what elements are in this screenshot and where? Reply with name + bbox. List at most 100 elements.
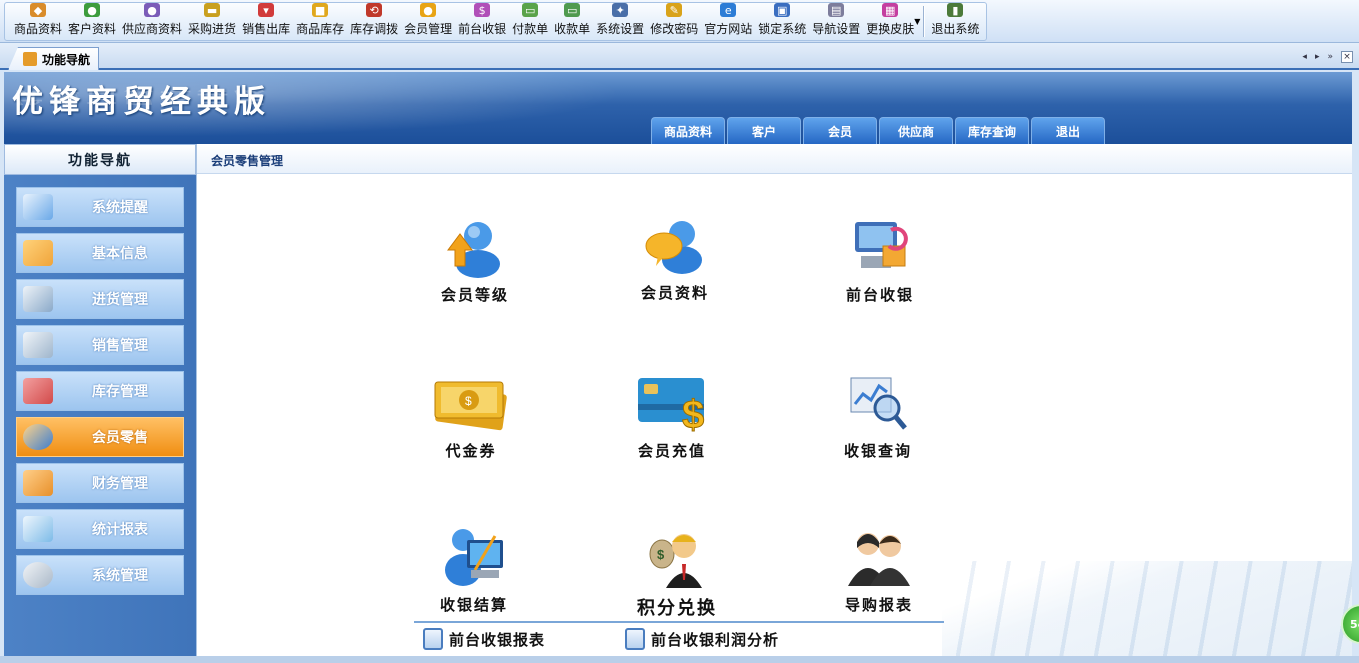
svg-text:$: $ [657,547,665,562]
tile-member-recharge[interactable]: $ 会员充值 [612,372,732,482]
cashier-icon: $ [474,3,491,17]
skin-dropdown-arrow-icon[interactable]: ▼ [914,17,920,26]
toolbar-button-sales[interactable]: ▾ 销售出库 [239,3,293,40]
toolbar-button-transfer[interactable]: ⟲ 库存调拨 [347,3,401,40]
keyboard-background-image [942,561,1352,656]
tab-menu-icon[interactable]: » [1327,52,1333,62]
info-box-icon [23,240,53,266]
points-exchange-icon: $ [644,526,710,588]
quick-tab-member[interactable]: 会员 [803,117,877,144]
basket-icon: ▾ [258,3,275,17]
tab-next-icon[interactable]: ▸ [1315,52,1320,62]
member-profile-icon [642,214,708,276]
nav-item-system-reminder[interactable]: 系统提醒 [16,187,184,227]
toolbar-button-goods[interactable]: ◆ 商品资料 [11,3,65,40]
tile-member-level[interactable]: 会员等级 [415,216,535,326]
key-icon: ✎ [666,3,683,17]
report-doc-icon [423,628,443,650]
nav-item-sales[interactable]: 销售管理 [16,325,184,365]
profit-doc-icon [625,628,645,650]
toolbar-button-purchase[interactable]: ▬ 采购进货 [185,3,239,40]
nav-item-reports[interactable]: 统计报表 [16,509,184,549]
toolbar-group: ◆ 商品资料 ● 客户资料 ● 供应商资料 ▬ 采购进货 ▾ 销售出库 ■ 商品库存 ⟲ 库存… [4,2,988,41]
toolbar-button-settings[interactable]: ✦ 系统设置 [593,3,647,40]
receipt-icon: ▭ [564,3,581,17]
warehouse-icon [23,378,53,404]
cart-sales-icon [23,332,53,358]
tile-checkout[interactable]: 收银结算 [414,526,534,636]
payment-icon: ▭ [522,3,539,17]
nav-settings-icon: ▤ [828,3,845,17]
quick-tab-exit[interactable]: 退出 [1031,117,1105,144]
front-cashier-icon [847,216,913,278]
toolbar-button-password[interactable]: ✎ 修改密码 [647,3,701,40]
customer-icon: ● [84,3,101,17]
toolbar-button-stock[interactable]: ■ 商品库存 [293,3,347,40]
tab-function-navigation[interactable]: 功能导航 [8,47,100,70]
tile-voucher[interactable]: $ 代金券 [411,372,531,482]
toolbar-button-website[interactable]: e 官方网站 [701,3,755,40]
link-front-cashier-report[interactable]: 前台收银报表 [423,628,545,650]
finance-icon [23,470,53,496]
ie-icon: e [720,3,737,17]
tab-close-icon[interactable]: × [1341,51,1353,63]
report-icon [23,516,53,542]
quick-tab-goods[interactable]: 商品资料 [651,117,725,144]
toolbar-button-lock[interactable]: ▣ 锁定系统 [755,3,809,40]
toolbar-button-customer[interactable]: ● 客户资料 [65,3,119,40]
tile-guide-report[interactable]: 导购报表 [819,526,939,636]
nav-item-finance[interactable]: 财务管理 [16,463,184,503]
tile-front-cashier[interactable]: 前台收银 [820,216,940,326]
main-panel: 会员零售管理 会员等级 会员资料 前台收银 $ 代金券 $ 会员充值 收银查询 … [196,144,1352,656]
checkout-icon [441,526,507,588]
lock-screen-icon: ▣ [774,3,791,17]
toolbar-button-exit[interactable]: ▮ 退出系统 [928,3,982,40]
nav-item-basic-info[interactable]: 基本信息 [16,233,184,273]
bottom-border [0,656,1359,663]
quick-tabs: 商品资料 客户 会员 供应商 库存查询 退出 [651,117,1105,144]
goods-icon: ◆ [30,3,46,17]
tab-prev-icon[interactable]: ◂ [1302,52,1307,62]
toolbar-button-skin[interactable]: ▦ 更换皮肤 [863,3,917,40]
quick-tab-stock-query[interactable]: 库存查询 [955,117,1029,144]
toolbar-separator [923,6,926,37]
member-level-icon [442,216,508,278]
link-front-cashier-profit-analysis[interactable]: 前台收银利润分析 [625,628,779,650]
header-banner: 优锋商贸经典版 优锋商贸经典版 商品资料 客户 会员 供应商 库存查询 退出 [4,72,1352,144]
truck-icon: ▬ [204,3,221,17]
gears-icon [23,562,53,588]
toolbar-button-receipt[interactable]: ▭ 收款单 [551,3,593,40]
supplier-icon: ● [144,3,161,17]
left-navigation: 功能导航 系统提醒 基本信息 进货管理 销售管理 库存管理 会员零售 财务管理 … [4,144,196,656]
svg-text:$: $ [682,393,704,434]
toolbar-button-nav-settings[interactable]: ▤ 导航设置 [809,3,863,40]
guide-report-icon [846,526,912,588]
quick-tab-customer[interactable]: 客户 [727,117,801,144]
member-icon: ● [420,3,437,17]
nav-item-member-retail[interactable]: 会员零售 [16,417,184,457]
voucher-icon: $ [431,372,511,434]
cart-purchase-icon [23,286,53,312]
nav-item-system-management[interactable]: 系统管理 [16,555,184,595]
toolbar-button-cashier[interactable]: $ 前台收银 [455,3,509,40]
breadcrumb-bar: 会员零售管理 [197,144,1352,174]
toolbar-button-supplier[interactable]: ● 供应商资料 [119,3,185,40]
toolbar-button-payment[interactable]: ▭ 付款单 [509,3,551,40]
tab-controls: ◂ ▸ » × [1302,51,1353,63]
tile-points-exchange[interactable]: $ 积分兑换 [617,526,737,636]
document-tabstrip: 功能导航 ◂ ▸ » × [0,43,1359,70]
tile-cash-query[interactable]: 收银查询 [818,372,938,482]
main-toolbar: ◆ 商品资料 ● 客户资料 ● 供应商资料 ▬ 采购进货 ▾ 销售出库 ■ 商品库存 ⟲ 库存… [0,0,1359,43]
toolbar-button-member[interactable]: ● 会员管理 [401,3,455,40]
navigation-tab-icon [23,52,37,66]
svg-text:$: $ [465,394,472,408]
section-divider [414,621,944,623]
quick-tab-supplier[interactable]: 供应商 [879,117,953,144]
transfer-icon: ⟲ [366,3,383,17]
tile-member-profile[interactable]: 会员资料 [615,214,735,324]
reminder-icon [23,194,53,220]
recharge-card-icon: $ [634,372,710,438]
nav-item-purchase[interactable]: 进货管理 [16,279,184,319]
nav-item-inventory[interactable]: 库存管理 [16,371,184,411]
cash-query-icon [845,372,911,434]
